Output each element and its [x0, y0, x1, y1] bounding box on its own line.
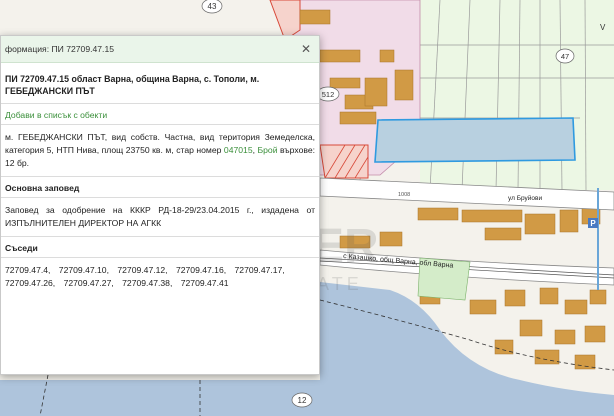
road-label-1008: 1008 — [398, 192, 410, 198]
parcel-label-47: 47 — [555, 48, 575, 64]
parcel-label-43: 43 — [201, 0, 223, 14]
parcel-label-512: 512 — [316, 86, 340, 102]
neighbors-heading: Съседи — [1, 237, 319, 258]
selected-parcel[interactable] — [374, 117, 576, 163]
svg-text:43: 43 — [208, 2, 217, 11]
hatched-parcel — [319, 144, 369, 179]
svg-text:P: P — [590, 219, 596, 228]
neighbor-item[interactable]: 72709.47.16, — [176, 264, 226, 277]
svg-text:47: 47 — [561, 52, 569, 61]
floors-label: Брой — [257, 145, 278, 155]
add-to-list-link[interactable]: Добави в списък с обекти — [1, 104, 319, 125]
parcel-label-12: 12 — [291, 392, 313, 408]
neighbor-item[interactable]: 72709.47.17, — [235, 264, 285, 277]
neighbor-item[interactable]: 72709.47.12, — [117, 264, 167, 277]
svg-text:512: 512 — [322, 90, 335, 99]
neighbor-item[interactable]: 72709.47.4, — [5, 264, 50, 277]
road-label-street: ул Бруйови — [508, 194, 542, 202]
neighbor-item[interactable]: 72709.47.41 — [181, 277, 229, 290]
info-panel-header: формация: ПИ 72709.47.15 ✕ — [1, 36, 319, 63]
parking-icon: P — [588, 218, 598, 228]
close-icon[interactable]: ✕ — [299, 42, 313, 56]
parcel-label-v: V — [600, 23, 606, 32]
neighbor-item[interactable]: 72709.47.10, — [59, 264, 109, 277]
info-panel-title: формация: ПИ 72709.47.15 — [5, 44, 114, 54]
order-heading: Основна заповед — [1, 177, 319, 198]
order-text: Заповед за одобрение на КККР РД-18-29/23… — [1, 198, 319, 237]
info-panel: формация: ПИ 72709.47.15 ✕ ПИ 72709.47.1… — [0, 35, 320, 375]
neighbor-item[interactable]: 72709.47.27, — [64, 277, 114, 290]
parcel-description: м. ГЕБЕДЖАНСКИ ПЪТ, вид собств. Частна, … — [1, 125, 319, 177]
neighbor-item[interactable]: 72709.47.26, — [5, 277, 55, 290]
svg-text:12: 12 — [298, 396, 307, 405]
neighbors-list: 72709.47.4, 72709.47.10, 72709.47.12, 72… — [1, 258, 319, 296]
old-number-link[interactable]: 047015 — [224, 145, 253, 155]
neighbor-item[interactable]: 72709.47.38, — [122, 277, 172, 290]
parcel-heading: ПИ 72709.47.15 област Варна, община Варн… — [1, 63, 319, 104]
